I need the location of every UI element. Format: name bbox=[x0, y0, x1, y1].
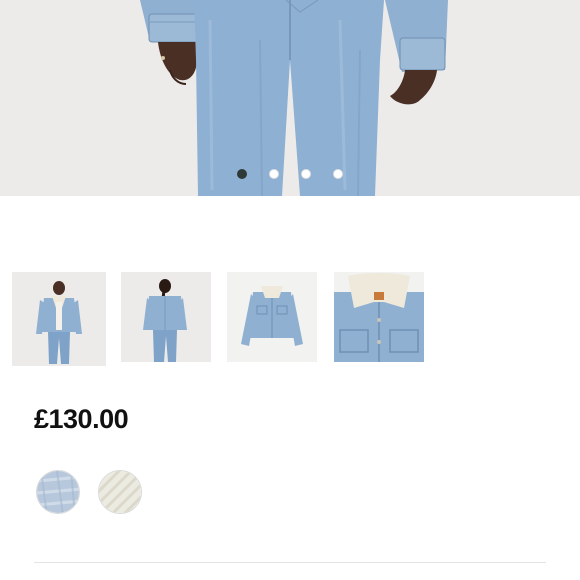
color-swatches bbox=[36, 470, 236, 516]
thumbnail-strip bbox=[12, 272, 572, 366]
collar-detail-image bbox=[334, 272, 424, 362]
thumb-collar-detail[interactable] bbox=[334, 272, 424, 362]
thumb-model-back[interactable] bbox=[121, 272, 211, 362]
thumb-jacket-flat[interactable] bbox=[227, 272, 317, 362]
carousel-dots bbox=[0, 169, 580, 181]
hero-photo-graphic bbox=[140, 0, 448, 196]
section-divider bbox=[34, 562, 546, 563]
carousel-dot[interactable] bbox=[333, 169, 343, 179]
swatch-cream[interactable] bbox=[98, 470, 142, 514]
carousel-dot[interactable] bbox=[237, 169, 247, 179]
carousel-dot[interactable] bbox=[269, 169, 279, 179]
model-front-image bbox=[12, 272, 106, 366]
cream-texture bbox=[99, 471, 141, 513]
thumb-model-front[interactable] bbox=[12, 272, 106, 366]
light-denim-texture bbox=[37, 471, 79, 513]
product-price: £130.00 bbox=[34, 404, 129, 434]
swatch-light-denim[interactable] bbox=[36, 470, 80, 514]
jacket-flat-image bbox=[227, 272, 317, 362]
model-back-image bbox=[121, 272, 211, 362]
hero-product-image[interactable] bbox=[0, 0, 580, 196]
carousel-dot[interactable] bbox=[301, 169, 311, 179]
